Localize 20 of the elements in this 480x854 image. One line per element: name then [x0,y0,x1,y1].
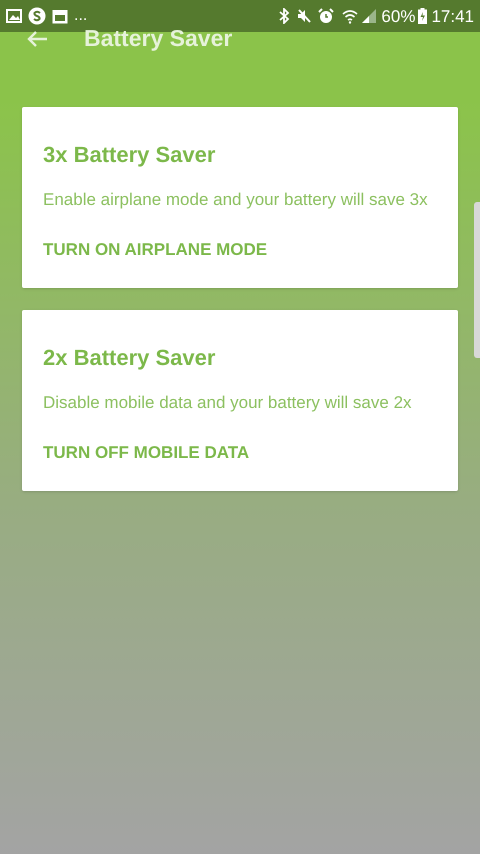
app-bar-title: Battery Saver [84,27,232,50]
signal-icon [362,9,376,23]
bluetooth-icon [278,8,290,24]
card-title: 2x Battery Saver [43,347,216,369]
more-notifications: ... [74,8,88,24]
battery-percent: 60% [381,8,416,24]
card-action-link[interactable]: TURN OFF MOBILE DATA [43,444,250,461]
battery-icon [418,8,428,24]
card-description: Enable airplane mode and your battery will save 3x [43,189,429,211]
image-icon [6,9,22,23]
card-action-link[interactable]: TURN ON AIRPLANE MODE [43,241,268,258]
card-title: 3x Battery Saver [43,144,216,166]
card-description: Disable mobile data and your battery will save 2x [43,392,413,414]
back-arrow-icon[interactable] [26,30,48,48]
alarm-icon [318,8,334,24]
muted-speaker-icon [296,8,312,24]
calendar-icon [52,8,68,24]
chat-app-icon [28,7,46,25]
clock-time: 17:41 [431,8,474,24]
wifi-icon [342,8,358,24]
